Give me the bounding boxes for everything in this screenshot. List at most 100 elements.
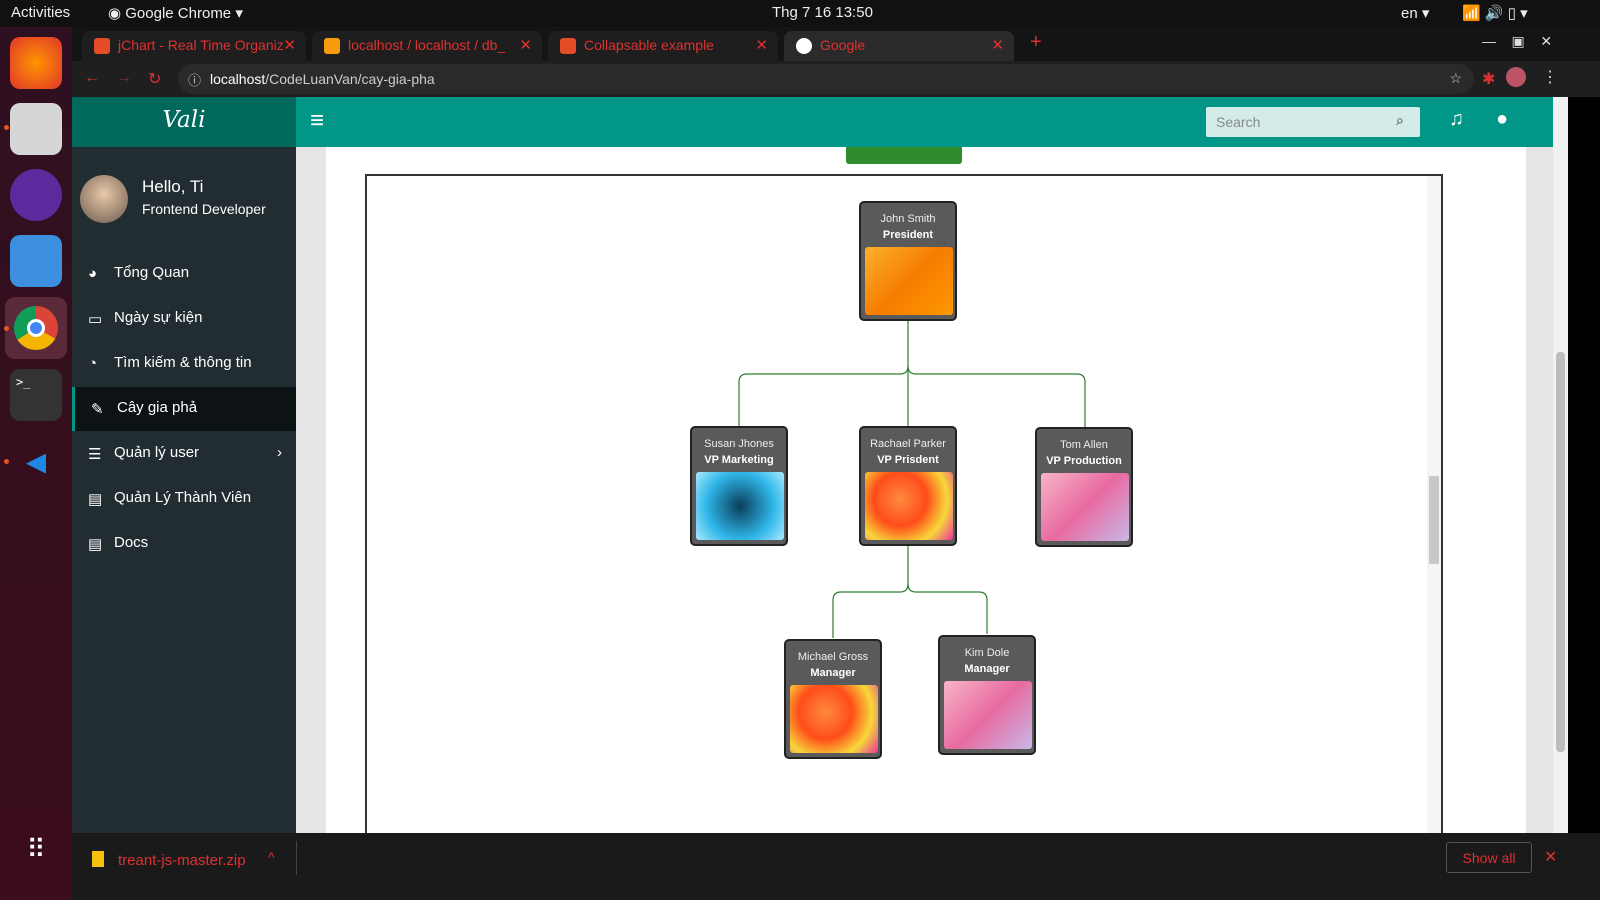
- show-all-button[interactable]: Show all: [1446, 842, 1532, 873]
- page-scrollbar-thumb[interactable]: [1556, 352, 1565, 752]
- inner-scrollbar[interactable]: [1427, 176, 1441, 833]
- tab-strip: jChart - Real Time Organiz ✕ localhost / …: [72, 27, 1600, 61]
- activities-button[interactable]: Activities: [11, 4, 70, 21]
- show-apps-icon[interactable]: ⠿: [10, 823, 62, 875]
- app-menu[interactable]: ◉ Google Chrome ▾: [108, 4, 243, 22]
- page-scrollbar[interactable]: [1553, 97, 1568, 833]
- user-greeting: Hello, Ti: [142, 177, 204, 196]
- html5-icon: [94, 38, 110, 54]
- inner-scrollbar-thumb[interactable]: [1429, 476, 1439, 564]
- profile-avatar[interactable]: [1506, 67, 1526, 87]
- tab-label: Google: [820, 37, 866, 53]
- org-node-rachael-parker[interactable]: Rachael Parker VP Prisdent: [859, 426, 957, 546]
- tab-jchart[interactable]: jChart - Real Time Organiz ✕: [82, 31, 306, 61]
- node-photo: [865, 472, 953, 540]
- tab-label: jChart - Real Time Organiz: [118, 37, 284, 53]
- sidebar-item-label: Quản Lý Thành Viên: [114, 489, 252, 506]
- running-indicator: [4, 326, 9, 331]
- zip-file-icon: [92, 851, 104, 867]
- chevron-right-icon: ›: [277, 444, 282, 461]
- url-host: localhost: [210, 71, 266, 87]
- tab-phpmyadmin[interactable]: localhost / localhost / db_ ✕: [312, 31, 542, 61]
- close-icon[interactable]: ✕: [283, 36, 296, 54]
- tab-label: Collapsable example: [584, 37, 714, 53]
- os-top-bar: Activities ◉ Google Chrome ▾ Thg 7 16 13…: [0, 0, 1600, 27]
- node-photo: [944, 681, 1032, 749]
- back-button[interactable]: ←: [84, 69, 100, 87]
- sidebar-item-label: Docs: [114, 534, 149, 551]
- sidebar-item-ngay-su-kien[interactable]: ▭ Ngày sự kiện: [72, 297, 296, 341]
- forward-button[interactable]: →: [116, 69, 132, 87]
- search-input[interactable]: Search: [1206, 107, 1420, 137]
- bell-icon[interactable]: ♫: [1449, 108, 1464, 131]
- vscode-icon[interactable]: ◂: [10, 435, 62, 487]
- software-store-icon[interactable]: [10, 235, 62, 287]
- sidebar-item-cay-gia-pha[interactable]: ✎ Cây gia phả: [72, 387, 296, 431]
- toolbar: ← → ↻ ⓘ localhost/CodeLuanVan/cay-gia-ph…: [72, 61, 1600, 97]
- tab-collapsable[interactable]: Collapsable example ✕: [548, 31, 778, 61]
- file-code-icon: ▤: [88, 536, 103, 553]
- close-icon[interactable]: ✕: [991, 36, 1004, 54]
- sidebar-item-label: Tìm kiếm & thông tin: [114, 354, 252, 371]
- node-title: VP Marketing: [704, 454, 774, 466]
- chevron-up-icon[interactable]: ^: [268, 849, 275, 865]
- dashboard-icon: ◕: [88, 265, 98, 282]
- org-node-john-smith[interactable]: John Smith President: [859, 201, 957, 321]
- node-title: VP Prisdent: [877, 454, 939, 466]
- user-icon[interactable]: ●: [1496, 108, 1508, 131]
- firefox-icon[interactable]: [10, 37, 62, 89]
- node-title: VP Production: [1046, 455, 1122, 467]
- bookmark-star-icon[interactable]: ☆: [1449, 70, 1462, 87]
- sidebar-item-quan-ly-user[interactable]: ☰ Quản lý user ›: [72, 432, 296, 476]
- hamburger-menu-icon[interactable]: ≡: [310, 107, 324, 135]
- chrome-menu-icon[interactable]: ⋮: [1542, 67, 1558, 87]
- app-header: ≡ Search ⌕ ♫ ●: [296, 97, 1553, 147]
- org-node-susan-jhones[interactable]: Susan Jhones VP Marketing: [690, 426, 788, 546]
- app-menu-label: Google Chrome: [125, 5, 232, 22]
- files-icon[interactable]: [10, 103, 62, 155]
- chrome-icon[interactable]: [5, 297, 67, 359]
- language-indicator[interactable]: en ▾: [1401, 4, 1429, 22]
- green-button-partial[interactable]: [846, 147, 962, 164]
- system-tray[interactable]: 📶 🔊 ▯ ▾: [1462, 4, 1528, 22]
- phpmyadmin-icon: [324, 38, 340, 54]
- address-bar[interactable]: ⓘ localhost/CodeLuanVan/cay-gia-pha ☆: [178, 64, 1474, 94]
- web-app: Vali Hello, Ti Frontend Developer ◕ Tổng …: [72, 97, 1553, 833]
- node-photo: [865, 247, 953, 315]
- brand-logo[interactable]: Vali: [72, 97, 296, 147]
- sidebar-item-tim-kiem[interactable]: ◔ Tìm kiếm & thông tin: [72, 342, 296, 386]
- node-name: Kim Dole: [964, 647, 1010, 659]
- close-icon[interactable]: ✕: [1544, 847, 1557, 867]
- node-name: Susan Jhones: [704, 438, 774, 450]
- close-icon[interactable]: ✕: [519, 36, 532, 54]
- node-photo: [696, 472, 784, 540]
- html5-icon: [560, 38, 576, 54]
- pie-chart-icon: ◔: [88, 355, 98, 372]
- org-chart-container: John Smith President Susan Jhones VP Mar…: [365, 174, 1443, 833]
- podcast-icon[interactable]: [10, 169, 62, 221]
- terminal-icon[interactable]: >_: [10, 369, 62, 421]
- clock[interactable]: Thg 7 16 13:50: [772, 4, 873, 21]
- tab-google[interactable]: Google ✕: [784, 31, 1014, 61]
- download-filename[interactable]: treant-js-master.zip: [118, 852, 246, 869]
- org-node-tom-allen[interactable]: Tom Allen VP Production: [1035, 427, 1133, 547]
- file-code-icon: ▤: [88, 491, 103, 508]
- org-node-michael-gross[interactable]: Michael Gross Manager: [784, 639, 882, 759]
- sidebar-item-docs[interactable]: ▤ Docs: [72, 522, 296, 566]
- sidebar: Vali Hello, Ti Frontend Developer ◕ Tổng …: [72, 97, 296, 833]
- org-node-kim-dole[interactable]: Kim Dole Manager: [938, 635, 1036, 755]
- node-title: Manager: [964, 663, 1010, 675]
- screen-edge: [1568, 97, 1600, 833]
- sidebar-item-tong-quan[interactable]: ◕ Tổng Quan: [72, 252, 296, 296]
- extension-icon[interactable]: ✱: [1482, 69, 1495, 89]
- sidebar-item-quan-ly-thanh-vien[interactable]: ▤ Quản Lý Thành Viên: [72, 477, 296, 521]
- language-label: en: [1401, 5, 1418, 22]
- url-path: /CodeLuanVan/cay-gia-pha: [265, 71, 435, 87]
- reload-button[interactable]: ↻: [148, 69, 161, 89]
- close-icon[interactable]: ✕: [755, 36, 768, 54]
- search-icon[interactable]: ⌕: [1396, 112, 1404, 129]
- window-controls[interactable]: — ▣ ✕: [1482, 33, 1552, 50]
- node-photo: [1041, 473, 1129, 541]
- info-icon[interactable]: ⓘ: [188, 70, 201, 89]
- new-tab-button[interactable]: +: [1030, 31, 1042, 54]
